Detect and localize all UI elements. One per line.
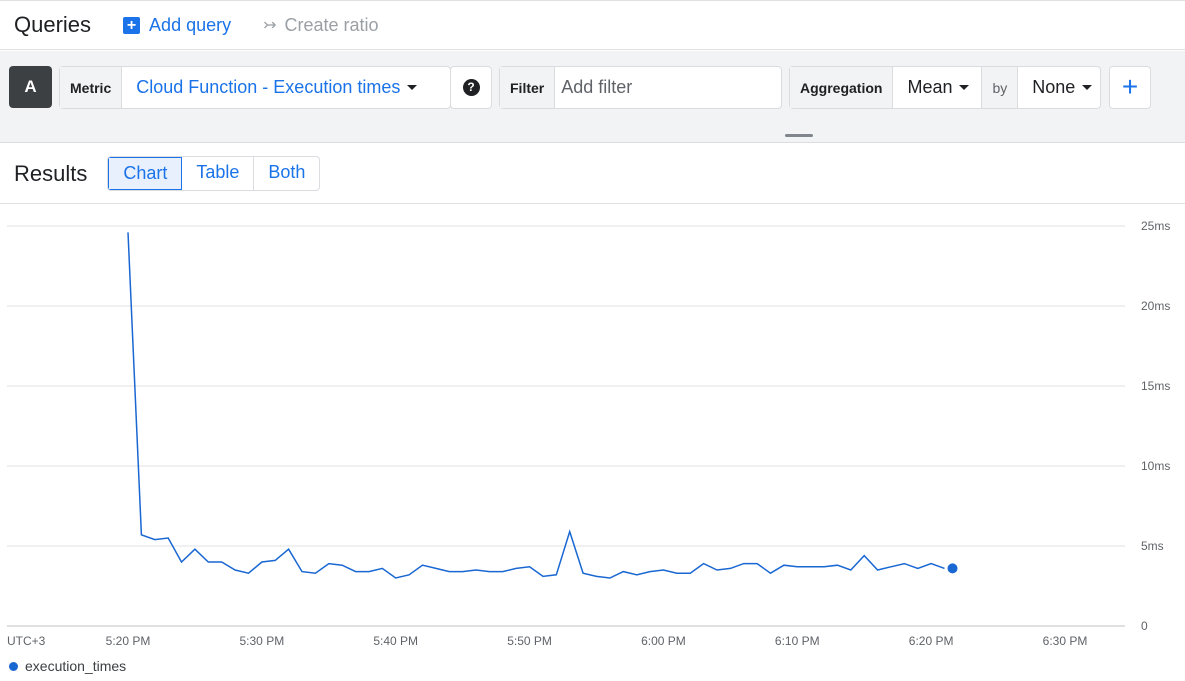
metric-value: Cloud Function - Execution times (136, 77, 401, 97)
aggregation-label: Aggregation (790, 67, 894, 108)
plus-square-icon: + (123, 16, 141, 34)
group-by-dropdown[interactable]: None (1018, 77, 1106, 98)
x-tick-label: 6:00 PM (641, 634, 686, 648)
query-letter-badge[interactable]: A (9, 66, 52, 108)
results-header: Results Chart Table Both (0, 144, 1185, 204)
chevron-down-icon (959, 85, 970, 90)
add-clause-button[interactable]: + (1109, 66, 1151, 109)
x-tick-label: 5:20 PM (106, 634, 151, 648)
series-latest-point[interactable] (947, 563, 958, 574)
results-title: Results (14, 160, 88, 186)
filter-input[interactable]: Add filter (555, 77, 632, 98)
aggregation-value: Mean (907, 77, 953, 97)
group-by-value: None (1032, 77, 1076, 97)
x-tick-label: 6:30 PM (1043, 634, 1088, 648)
metric-label: Metric (60, 67, 123, 108)
merge-arrow-icon: ↣ (263, 17, 277, 34)
aggregation-selector: Aggregation Mean by None (789, 66, 1101, 109)
y-tick-label: 25ms (1141, 219, 1170, 233)
execution-times-chart: 0 5ms 10ms 15ms 20ms 25ms UTC+3 5:20 PM 5:30 PM 5… (7, 219, 1170, 648)
metric-help-button[interactable]: ? (450, 66, 492, 109)
chevron-down-icon (1082, 85, 1093, 90)
x-tick-label: 6:10 PM (775, 634, 820, 648)
add-query-label: Add query (149, 14, 232, 35)
y-tick-label: 5ms (1141, 539, 1164, 553)
x-tick-label: 5:30 PM (240, 634, 285, 648)
timezone-label: UTC+3 (7, 634, 46, 648)
chevron-down-icon (407, 85, 418, 90)
legend-label[interactable]: execution_times (25, 658, 126, 674)
tab-chart[interactable]: Chart (108, 157, 183, 190)
create-ratio-button[interactable]: ↣ Create ratio (263, 15, 378, 36)
y-tick-label: 10ms (1141, 459, 1170, 473)
x-tick-label: 5:50 PM (507, 634, 552, 648)
aggregation-dropdown[interactable]: Mean (893, 77, 981, 98)
filter-label: Filter (500, 67, 556, 108)
help-icon: ? (462, 79, 480, 96)
metric-selector[interactable]: Metric Cloud Function - Execution times (59, 66, 451, 109)
page-title: Queries (14, 12, 92, 37)
x-tick-label: 5:40 PM (373, 634, 418, 648)
tab-table[interactable]: Table (182, 157, 255, 190)
series-line-execution-times[interactable] (127, 232, 945, 579)
add-query-button[interactable]: + Add query (123, 15, 231, 36)
chart-legend: execution_times (9, 658, 126, 674)
y-tick-label: 15ms (1141, 379, 1170, 393)
x-tick-label: 6:20 PM (909, 634, 954, 648)
queries-header: Queries + Add query ↣ Create ratio (0, 0, 1185, 50)
view-toggle: Chart Table Both (107, 156, 321, 191)
series-dot-icon (9, 661, 18, 671)
y-tick-label: 0 (1141, 619, 1148, 633)
resize-handle[interactable] (785, 134, 813, 137)
y-tick-label: 20ms (1141, 299, 1170, 313)
by-label: by (981, 67, 1019, 108)
query-editor: A Metric Cloud Function - Execution time… (0, 51, 1185, 143)
tab-both[interactable]: Both (254, 157, 319, 190)
metric-dropdown[interactable]: Cloud Function - Execution times (122, 77, 431, 98)
create-ratio-label: Create ratio (284, 14, 379, 35)
filter-field[interactable]: Filter Add filter (499, 66, 782, 109)
